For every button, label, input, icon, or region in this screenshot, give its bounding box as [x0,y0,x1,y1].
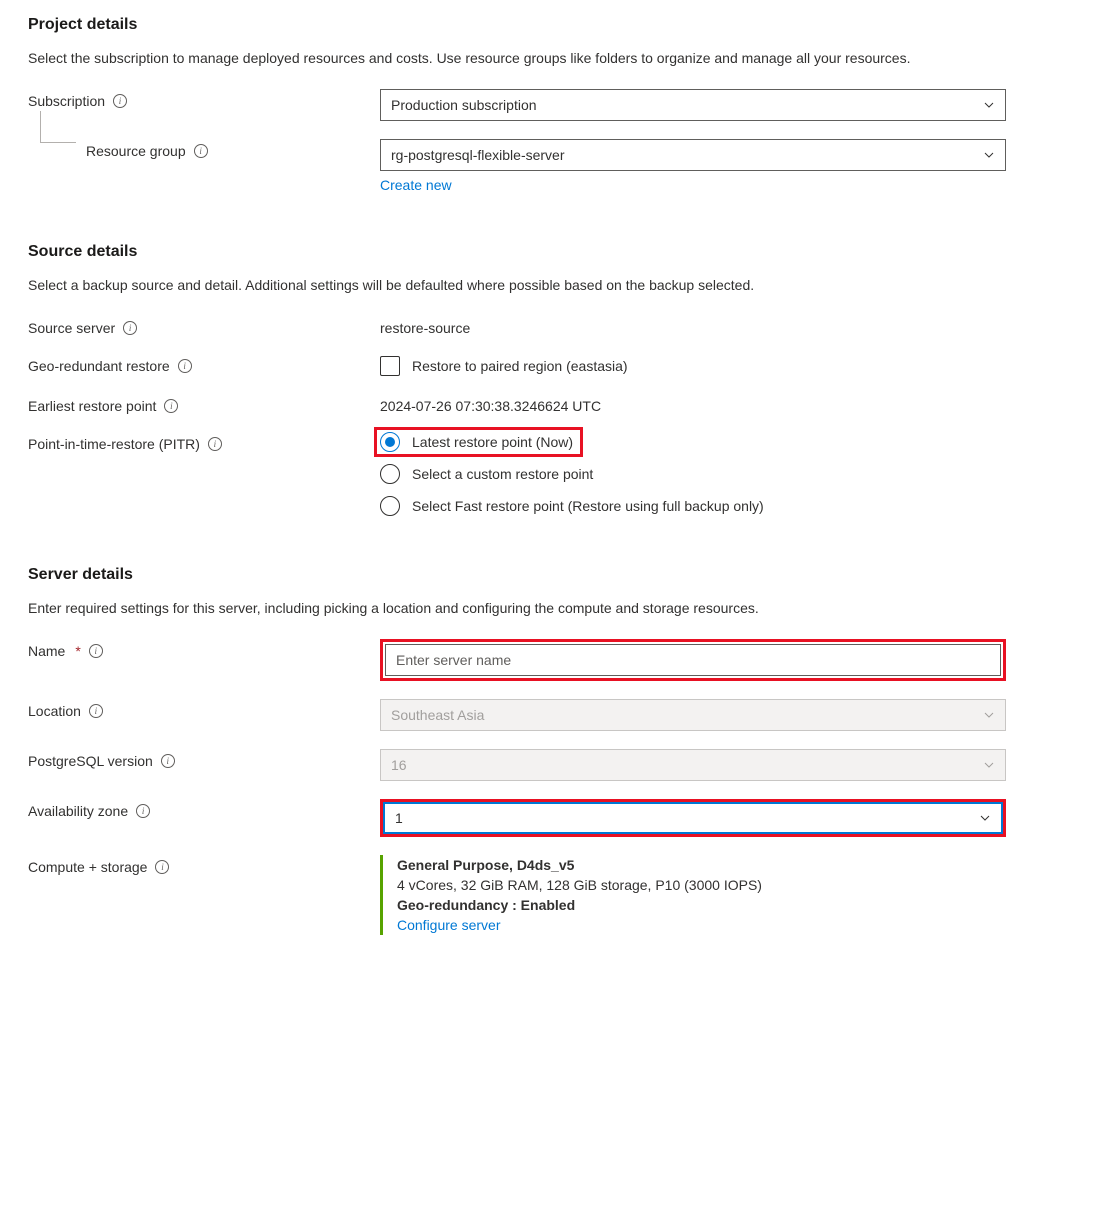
server-name-highlight [380,639,1006,681]
chevron-down-icon [979,812,991,824]
location-value: Southeast Asia [391,707,484,723]
compute-spec: 4 vCores, 32 GiB RAM, 128 GiB storage, P… [397,877,1006,893]
info-icon[interactable]: i [123,321,137,335]
source-server-value: restore-source [380,316,1006,336]
pitr-label: Point-in-time-restore (PITR) [28,436,200,452]
server-name-label: Name [28,643,65,659]
compute-storage-label: Compute + storage [28,859,147,875]
earliest-restore-label: Earliest restore point [28,398,156,414]
availability-zone-value: 1 [395,810,403,826]
pg-version-label: PostgreSQL version [28,753,153,769]
pitr-radio-latest[interactable]: Latest restore point (Now) [380,432,577,452]
subscription-dropdown[interactable]: Production subscription [380,89,1006,121]
location-label: Location [28,703,81,719]
info-icon[interactable]: i [136,804,150,818]
project-details-heading: Project details [28,16,1074,34]
compute-geo: Geo-redundancy : Enabled [397,897,1006,913]
info-icon[interactable]: i [208,437,222,451]
geo-restore-checkbox[interactable] [380,356,400,376]
server-details-desc: Enter required settings for this server,… [28,598,1074,619]
server-name-input[interactable] [385,644,1001,676]
pitr-radio-group: Latest restore point (Now) Select a cust… [380,432,1006,516]
location-dropdown: Southeast Asia [380,699,1006,731]
tree-indent-line [40,111,76,143]
required-asterisk: * [75,643,80,659]
source-details-heading: Source details [28,243,1074,261]
source-details-desc: Select a backup source and detail. Addit… [28,275,1074,296]
subscription-value: Production subscription [391,97,537,113]
resource-group-label: Resource group [86,143,186,159]
chevron-down-icon [983,759,995,771]
info-icon[interactable]: i [178,359,192,373]
availability-zone-label: Availability zone [28,803,128,819]
radio-icon [380,464,400,484]
chevron-down-icon [983,709,995,721]
compute-storage-summary: General Purpose, D4ds_v5 4 vCores, 32 Gi… [380,855,1006,935]
configure-server-link[interactable]: Configure server [397,917,501,933]
pg-version-value: 16 [391,757,407,773]
subscription-label: Subscription [28,93,105,109]
source-server-label: Source server [28,320,115,336]
pitr-option-label: Latest restore point (Now) [412,434,573,450]
chevron-down-icon [983,149,995,161]
chevron-down-icon [983,99,995,111]
server-details-heading: Server details [28,566,1074,584]
resource-group-dropdown[interactable]: rg-postgresql-flexible-server [380,139,1006,171]
info-icon[interactable]: i [161,754,175,768]
availability-zone-dropdown[interactable]: 1 [383,802,1003,834]
earliest-restore-value: 2024-07-26 07:30:38.3246624 UTC [380,394,1006,414]
info-icon[interactable]: i [155,860,169,874]
pg-version-dropdown: 16 [380,749,1006,781]
availability-zone-highlight: 1 [380,799,1006,837]
pitr-option-label: Select a custom restore point [412,466,593,482]
geo-restore-checkbox-label: Restore to paired region (eastasia) [412,358,628,374]
project-details-desc: Select the subscription to manage deploy… [28,48,1074,69]
create-new-link[interactable]: Create new [380,177,452,193]
info-icon[interactable]: i [89,644,103,658]
pitr-radio-fast[interactable]: Select Fast restore point (Restore using… [380,496,1006,516]
info-icon[interactable]: i [194,144,208,158]
info-icon[interactable]: i [113,94,127,108]
compute-sku-title: General Purpose, D4ds_v5 [397,857,1006,873]
pitr-option-label: Select Fast restore point (Restore using… [412,498,764,514]
radio-icon [380,432,400,452]
pitr-radio-custom[interactable]: Select a custom restore point [380,464,1006,484]
info-icon[interactable]: i [89,704,103,718]
geo-redundant-label: Geo-redundant restore [28,358,170,374]
info-icon[interactable]: i [164,399,178,413]
resource-group-value: rg-postgresql-flexible-server [391,147,565,163]
radio-icon [380,496,400,516]
